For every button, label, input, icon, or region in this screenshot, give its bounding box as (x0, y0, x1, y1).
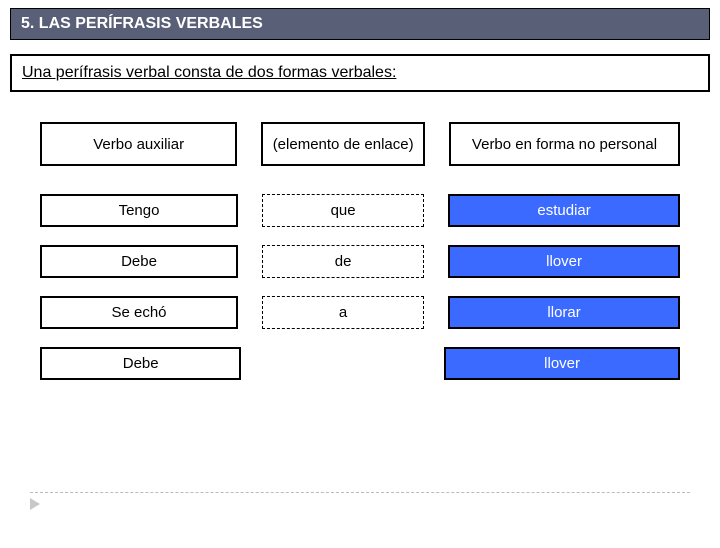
header-link: (elemento de enlace) (261, 122, 425, 166)
table-header-row: Verbo auxiliar (elemento de enlace) Verb… (40, 122, 680, 166)
nav-arrow-icon (30, 498, 40, 510)
cell-link: de (262, 245, 424, 278)
intro-text-underline: Una perífrasis verbal consta de dos form… (22, 64, 396, 81)
cell-verb: llorar (448, 296, 680, 329)
intro-text: Una perífrasis verbal consta de dos form… (10, 54, 710, 92)
cell-verb: estudiar (448, 194, 680, 227)
section-title: 5. LAS PERÍFRASIS VERBALES (10, 8, 710, 40)
header-aux: Verbo auxiliar (40, 122, 237, 166)
cell-aux: Debe (40, 245, 238, 278)
cell-link-empty (265, 347, 420, 380)
table-row: Se echó a llorar (40, 296, 680, 329)
cell-aux: Se echó (40, 296, 238, 329)
periphrasis-table: Verbo auxiliar (elemento de enlace) Verb… (40, 122, 680, 380)
cell-aux: Debe (40, 347, 241, 380)
table-row: Debe llover (40, 347, 680, 380)
table-row: Debe de llover (40, 245, 680, 278)
cell-verb: llover (448, 245, 680, 278)
cell-link: que (262, 194, 424, 227)
header-verb: Verbo en forma no personal (449, 122, 680, 166)
table-row: Tengo que estudiar (40, 194, 680, 227)
footer-divider (30, 492, 690, 493)
cell-link: a (262, 296, 424, 329)
cell-aux: Tengo (40, 194, 238, 227)
cell-verb: llover (444, 347, 680, 380)
